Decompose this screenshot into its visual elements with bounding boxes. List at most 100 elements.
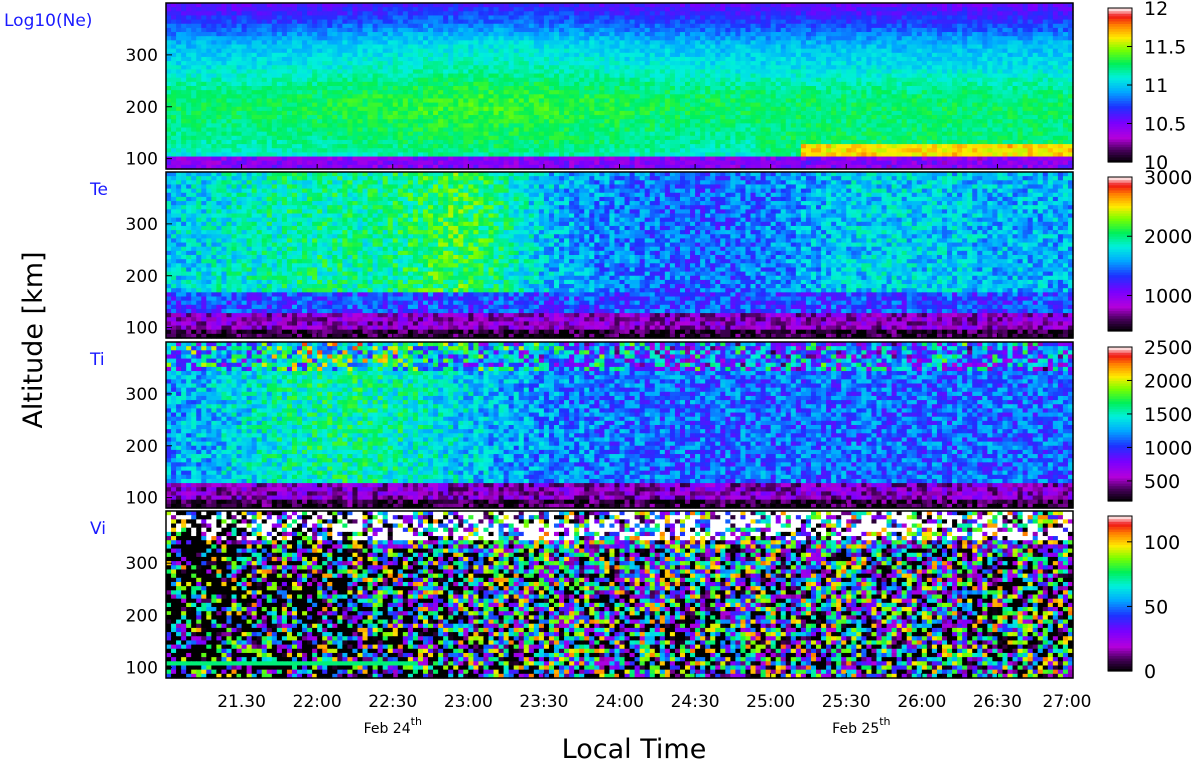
heatmap-cell	[221, 81, 228, 87]
heatmap-cell	[846, 48, 852, 54]
heatmap-cell	[327, 32, 333, 37]
heatmap-cell	[538, 90, 545, 95]
heatmap-cell	[513, 86, 520, 91]
heatmap-cell	[302, 110, 308, 116]
heatmap-cell	[498, 23, 505, 29]
heatmap-cell	[433, 7, 439, 12]
heatmap-cell	[533, 40, 540, 46]
heatmap-cell	[720, 23, 726, 29]
heatmap-cell	[553, 65, 560, 70]
heatmap-cell	[664, 7, 671, 12]
heatmap-cell	[342, 77, 348, 83]
heatmap-cell	[468, 40, 474, 46]
heatmap-cell	[594, 19, 600, 25]
heatmap-cell	[533, 48, 540, 54]
heatmap-cell	[372, 15, 379, 21]
heatmap-cell	[478, 73, 485, 79]
heatmap-cell	[281, 32, 288, 37]
heatmap-cell	[543, 27, 550, 33]
heatmap-cell	[881, 52, 888, 58]
heatmap-cell	[805, 15, 812, 21]
heatmap-cell	[428, 61, 434, 66]
heatmap-cell	[609, 110, 616, 116]
heatmap-cell	[931, 90, 938, 95]
heatmap-cell	[962, 32, 968, 37]
heatmap-cell	[538, 27, 545, 33]
heatmap-cell	[372, 94, 379, 100]
heatmap-cell	[871, 90, 878, 95]
heatmap-cell	[493, 48, 500, 54]
heatmap-cell	[543, 32, 550, 37]
heatmap-cell	[1057, 32, 1064, 37]
heatmap-cell	[548, 94, 555, 100]
heatmap-cell	[604, 110, 611, 116]
heatmap-cell	[589, 40, 595, 46]
heatmap-cell	[407, 106, 414, 112]
heatmap-cell	[533, 19, 540, 25]
heatmap-cell	[468, 106, 474, 112]
heatmap-cell	[664, 40, 671, 46]
heatmap-cell	[327, 7, 333, 12]
heatmap-cell	[352, 40, 359, 46]
heatmap-cell	[947, 11, 953, 17]
heatmap-cell	[231, 90, 238, 95]
heatmap-cell	[992, 77, 999, 83]
heatmap-cell	[443, 86, 449, 91]
heatmap-cell	[730, 27, 736, 33]
heatmap-cell	[463, 32, 469, 37]
heatmap-cell	[1032, 27, 1039, 33]
heatmap-cell	[196, 86, 202, 91]
heatmap-cell	[977, 77, 983, 83]
heatmap-cell	[458, 110, 464, 116]
heatmap-cell	[1007, 27, 1014, 33]
heatmap-cell	[765, 90, 772, 95]
heatmap-cell	[649, 86, 656, 91]
heatmap-cell	[826, 77, 832, 83]
heatmap-cell	[171, 19, 177, 25]
heatmap-cell	[347, 69, 354, 75]
heatmap-cell	[518, 65, 525, 70]
heatmap-cell	[362, 19, 369, 25]
heatmap-cell	[760, 98, 767, 104]
heatmap-cell	[216, 40, 223, 46]
heatmap-cell	[498, 115, 505, 120]
heatmap-cell	[397, 77, 404, 83]
heatmap-cell	[921, 73, 928, 79]
heatmap-cell	[181, 69, 187, 75]
heatmap-cell	[337, 52, 343, 58]
heatmap-cell	[231, 19, 238, 25]
heatmap-cell	[1042, 110, 1049, 116]
heatmap-cell	[579, 69, 585, 75]
heatmap-cell	[191, 36, 197, 41]
heatmap-cell	[433, 61, 439, 66]
heatmap-cell	[896, 19, 903, 25]
heatmap-cell	[649, 19, 656, 25]
heatmap-cell	[891, 98, 898, 104]
heatmap-cell	[1002, 56, 1009, 62]
heatmap-cell	[685, 61, 691, 66]
heatmap-cell	[317, 61, 323, 66]
heatmap-cell	[750, 110, 757, 116]
heatmap-cell	[342, 90, 348, 95]
heatmap-cell	[261, 44, 268, 50]
heatmap-cell	[780, 77, 787, 83]
heatmap-cell	[559, 98, 565, 104]
heatmap-cell	[226, 19, 233, 25]
heatmap-cell	[871, 27, 878, 33]
heatmap-cell	[186, 81, 192, 87]
heatmap-cell	[473, 77, 480, 83]
heatmap-cell	[926, 86, 933, 91]
heatmap-cell	[931, 65, 938, 70]
heatmap-cell	[936, 90, 943, 95]
heatmap-cell	[936, 77, 943, 83]
heatmap-cell	[382, 61, 389, 66]
heatmap-cell	[810, 19, 817, 25]
heatmap-cell	[196, 36, 202, 41]
heatmap-cell	[856, 36, 862, 41]
heatmap-cell	[725, 81, 731, 87]
heatmap-cell	[458, 86, 464, 91]
heatmap-cell	[1057, 77, 1064, 83]
heatmap-cell	[387, 115, 394, 120]
heatmap-cell	[710, 77, 716, 83]
heatmap-cell	[810, 81, 817, 87]
